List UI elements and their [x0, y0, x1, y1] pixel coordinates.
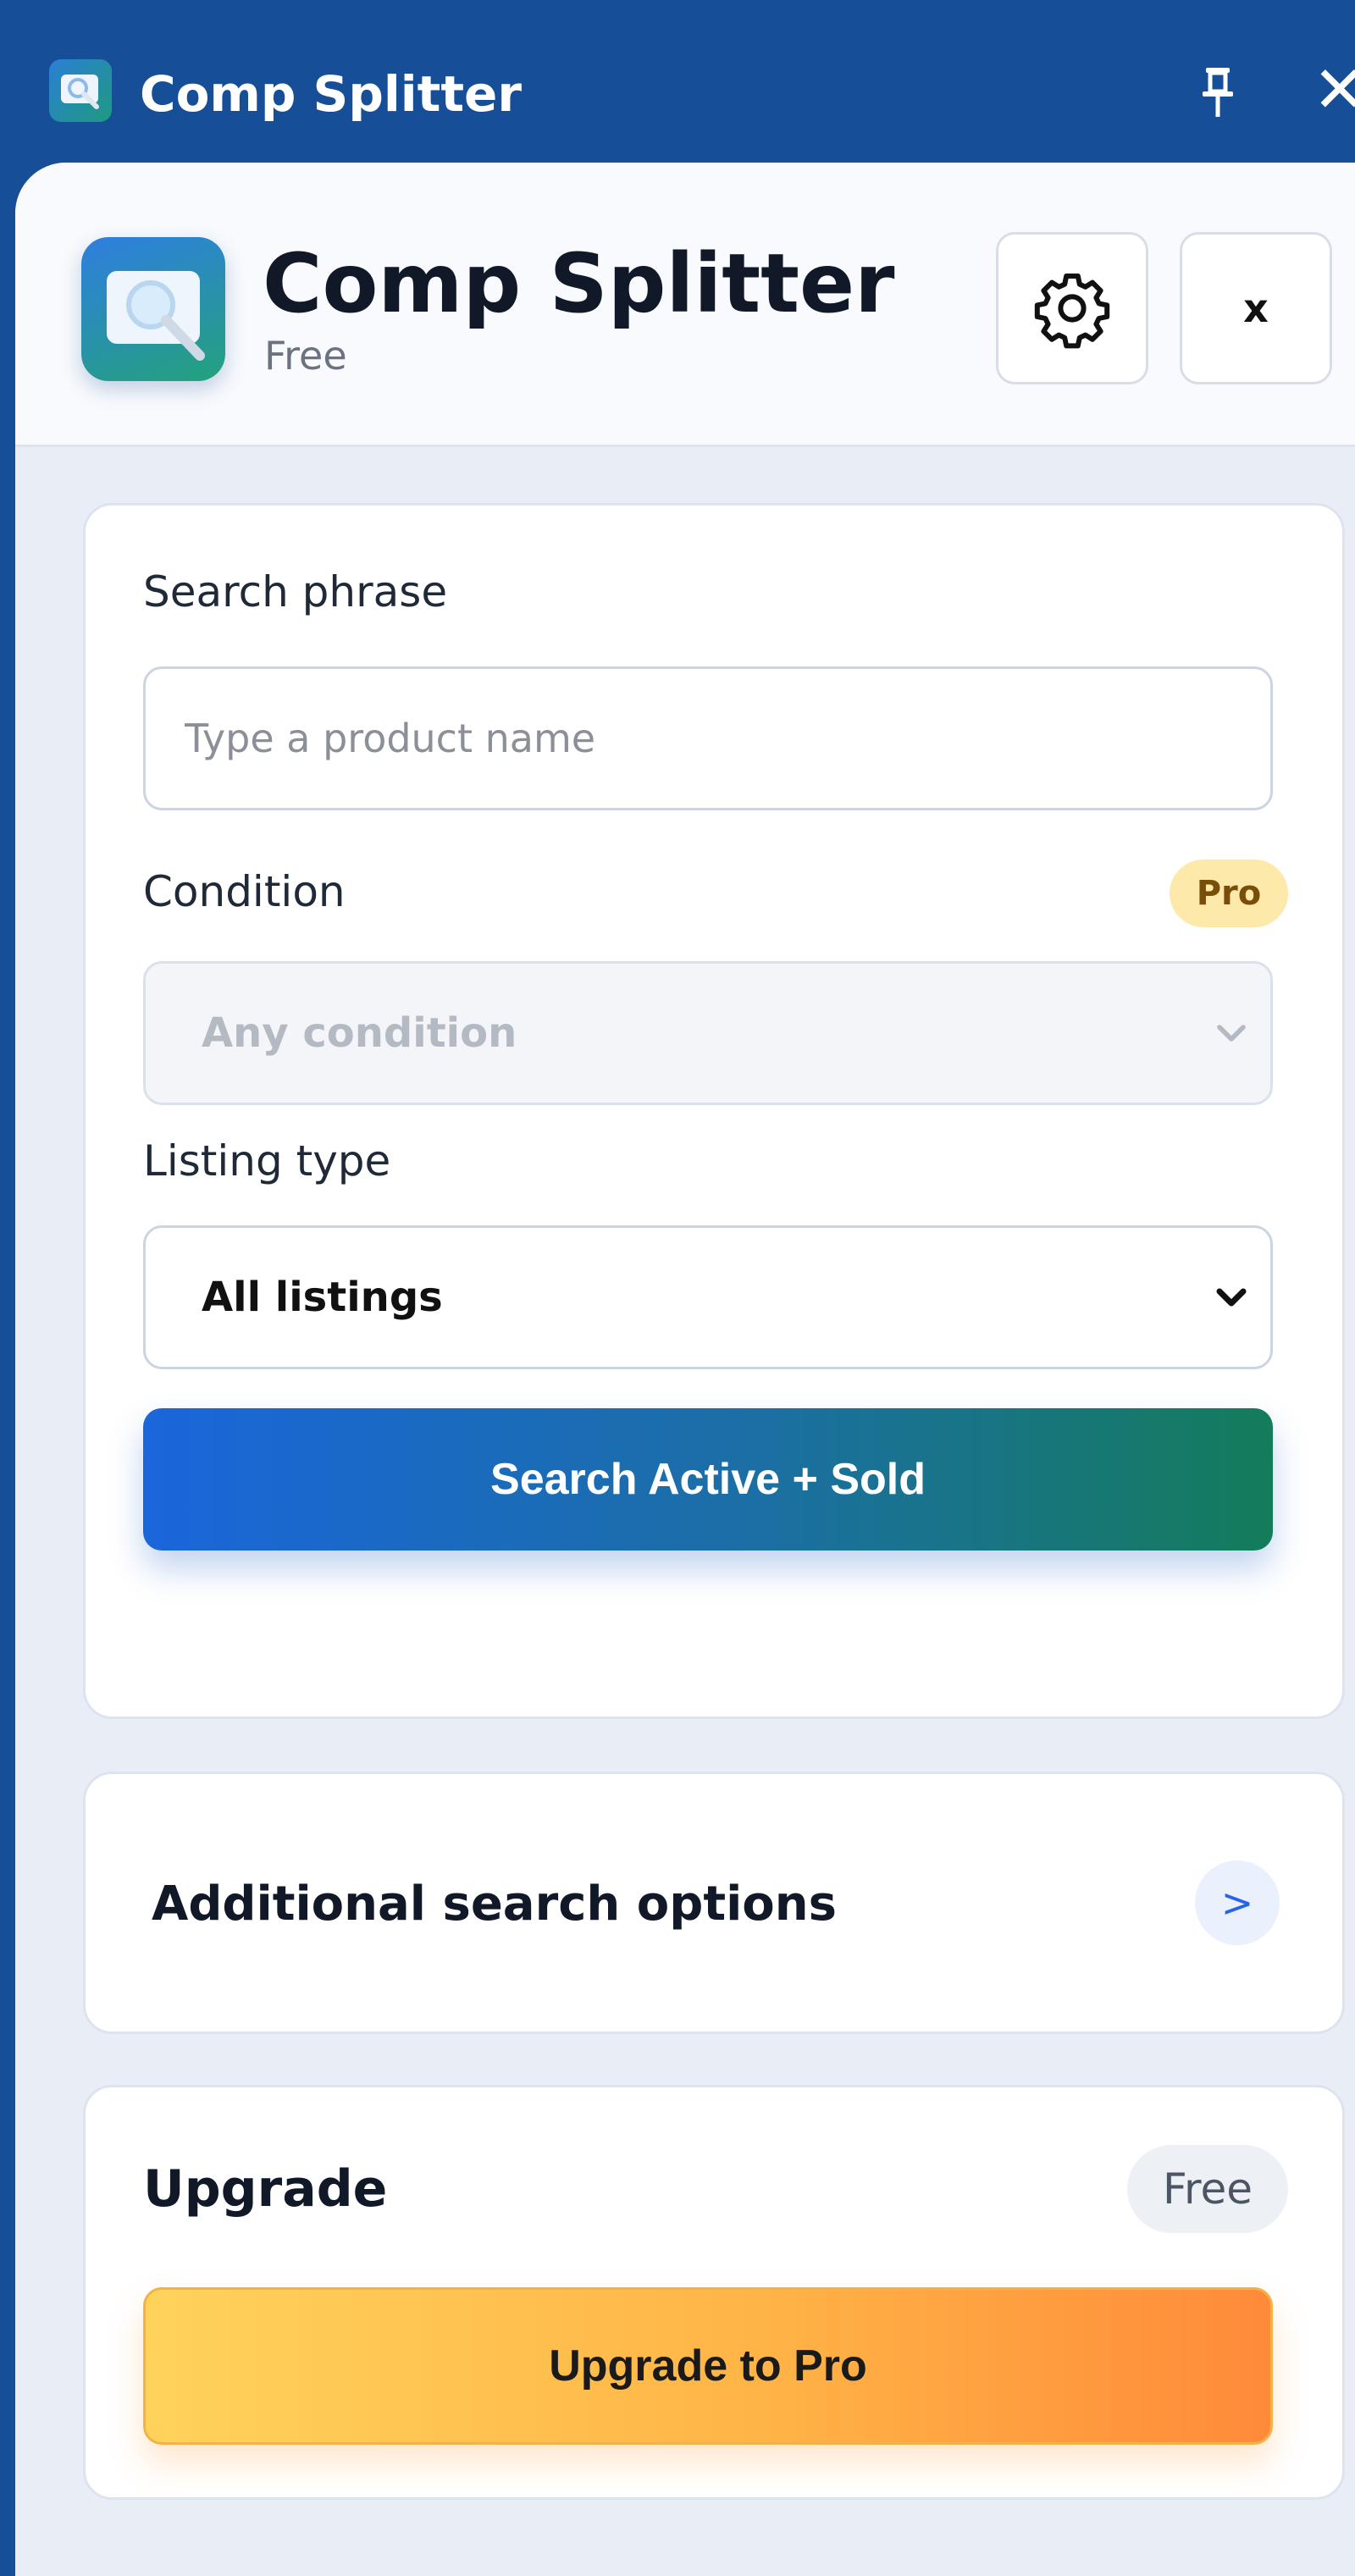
listing-type-value: All listings — [202, 1274, 443, 1321]
expand-arrow-icon[interactable]: > — [1195, 1860, 1280, 1945]
search-card: Search phrase Condition Pro Any conditio… — [83, 503, 1345, 1719]
upgrade-title: Upgrade — [143, 2159, 388, 2219]
chevron-down-icon — [1216, 1288, 1247, 1307]
listing-type-label: Listing type — [143, 1136, 391, 1186]
search-input[interactable] — [143, 666, 1273, 810]
search-button[interactable]: Search Active + Sold — [143, 1408, 1273, 1551]
condition-select[interactable]: Any condition — [143, 961, 1273, 1105]
extension-panel: Comp Splitter Free x Search phrase Condi… — [15, 163, 1355, 2576]
app-title: Comp Splitter — [263, 236, 895, 331]
pro-badge: Pro — [1170, 860, 1288, 927]
additional-options-card[interactable]: Additional search options > — [83, 1772, 1345, 2034]
pin-icon[interactable] — [1192, 64, 1243, 120]
app-window-icon — [49, 59, 112, 122]
search-phrase-label: Search phrase — [143, 567, 448, 616]
panel-header: Comp Splitter Free x — [15, 163, 1355, 447]
chevron-down-icon — [1217, 1025, 1246, 1042]
upgrade-card: Upgrade Free Upgrade to Pro — [83, 2085, 1345, 2500]
window-titlebar: Comp Splitter ✕ — [0, 0, 1355, 169]
plan-label: Free — [264, 333, 347, 379]
settings-button[interactable] — [996, 232, 1148, 384]
listing-type-select[interactable]: All listings — [143, 1225, 1273, 1369]
additional-options-label: Additional search options — [152, 1877, 837, 1932]
close-button[interactable]: x — [1180, 232, 1332, 384]
gear-icon — [1034, 274, 1110, 349]
app-logo-icon — [81, 237, 225, 381]
condition-select-value: Any condition — [202, 1009, 517, 1057]
window-title: Comp Splitter — [140, 65, 523, 123]
window-close-button[interactable]: ✕ — [1313, 56, 1355, 124]
plan-badge: Free — [1127, 2145, 1288, 2233]
upgrade-button[interactable]: Upgrade to Pro — [143, 2287, 1273, 2445]
condition-label: Condition — [143, 867, 346, 916]
